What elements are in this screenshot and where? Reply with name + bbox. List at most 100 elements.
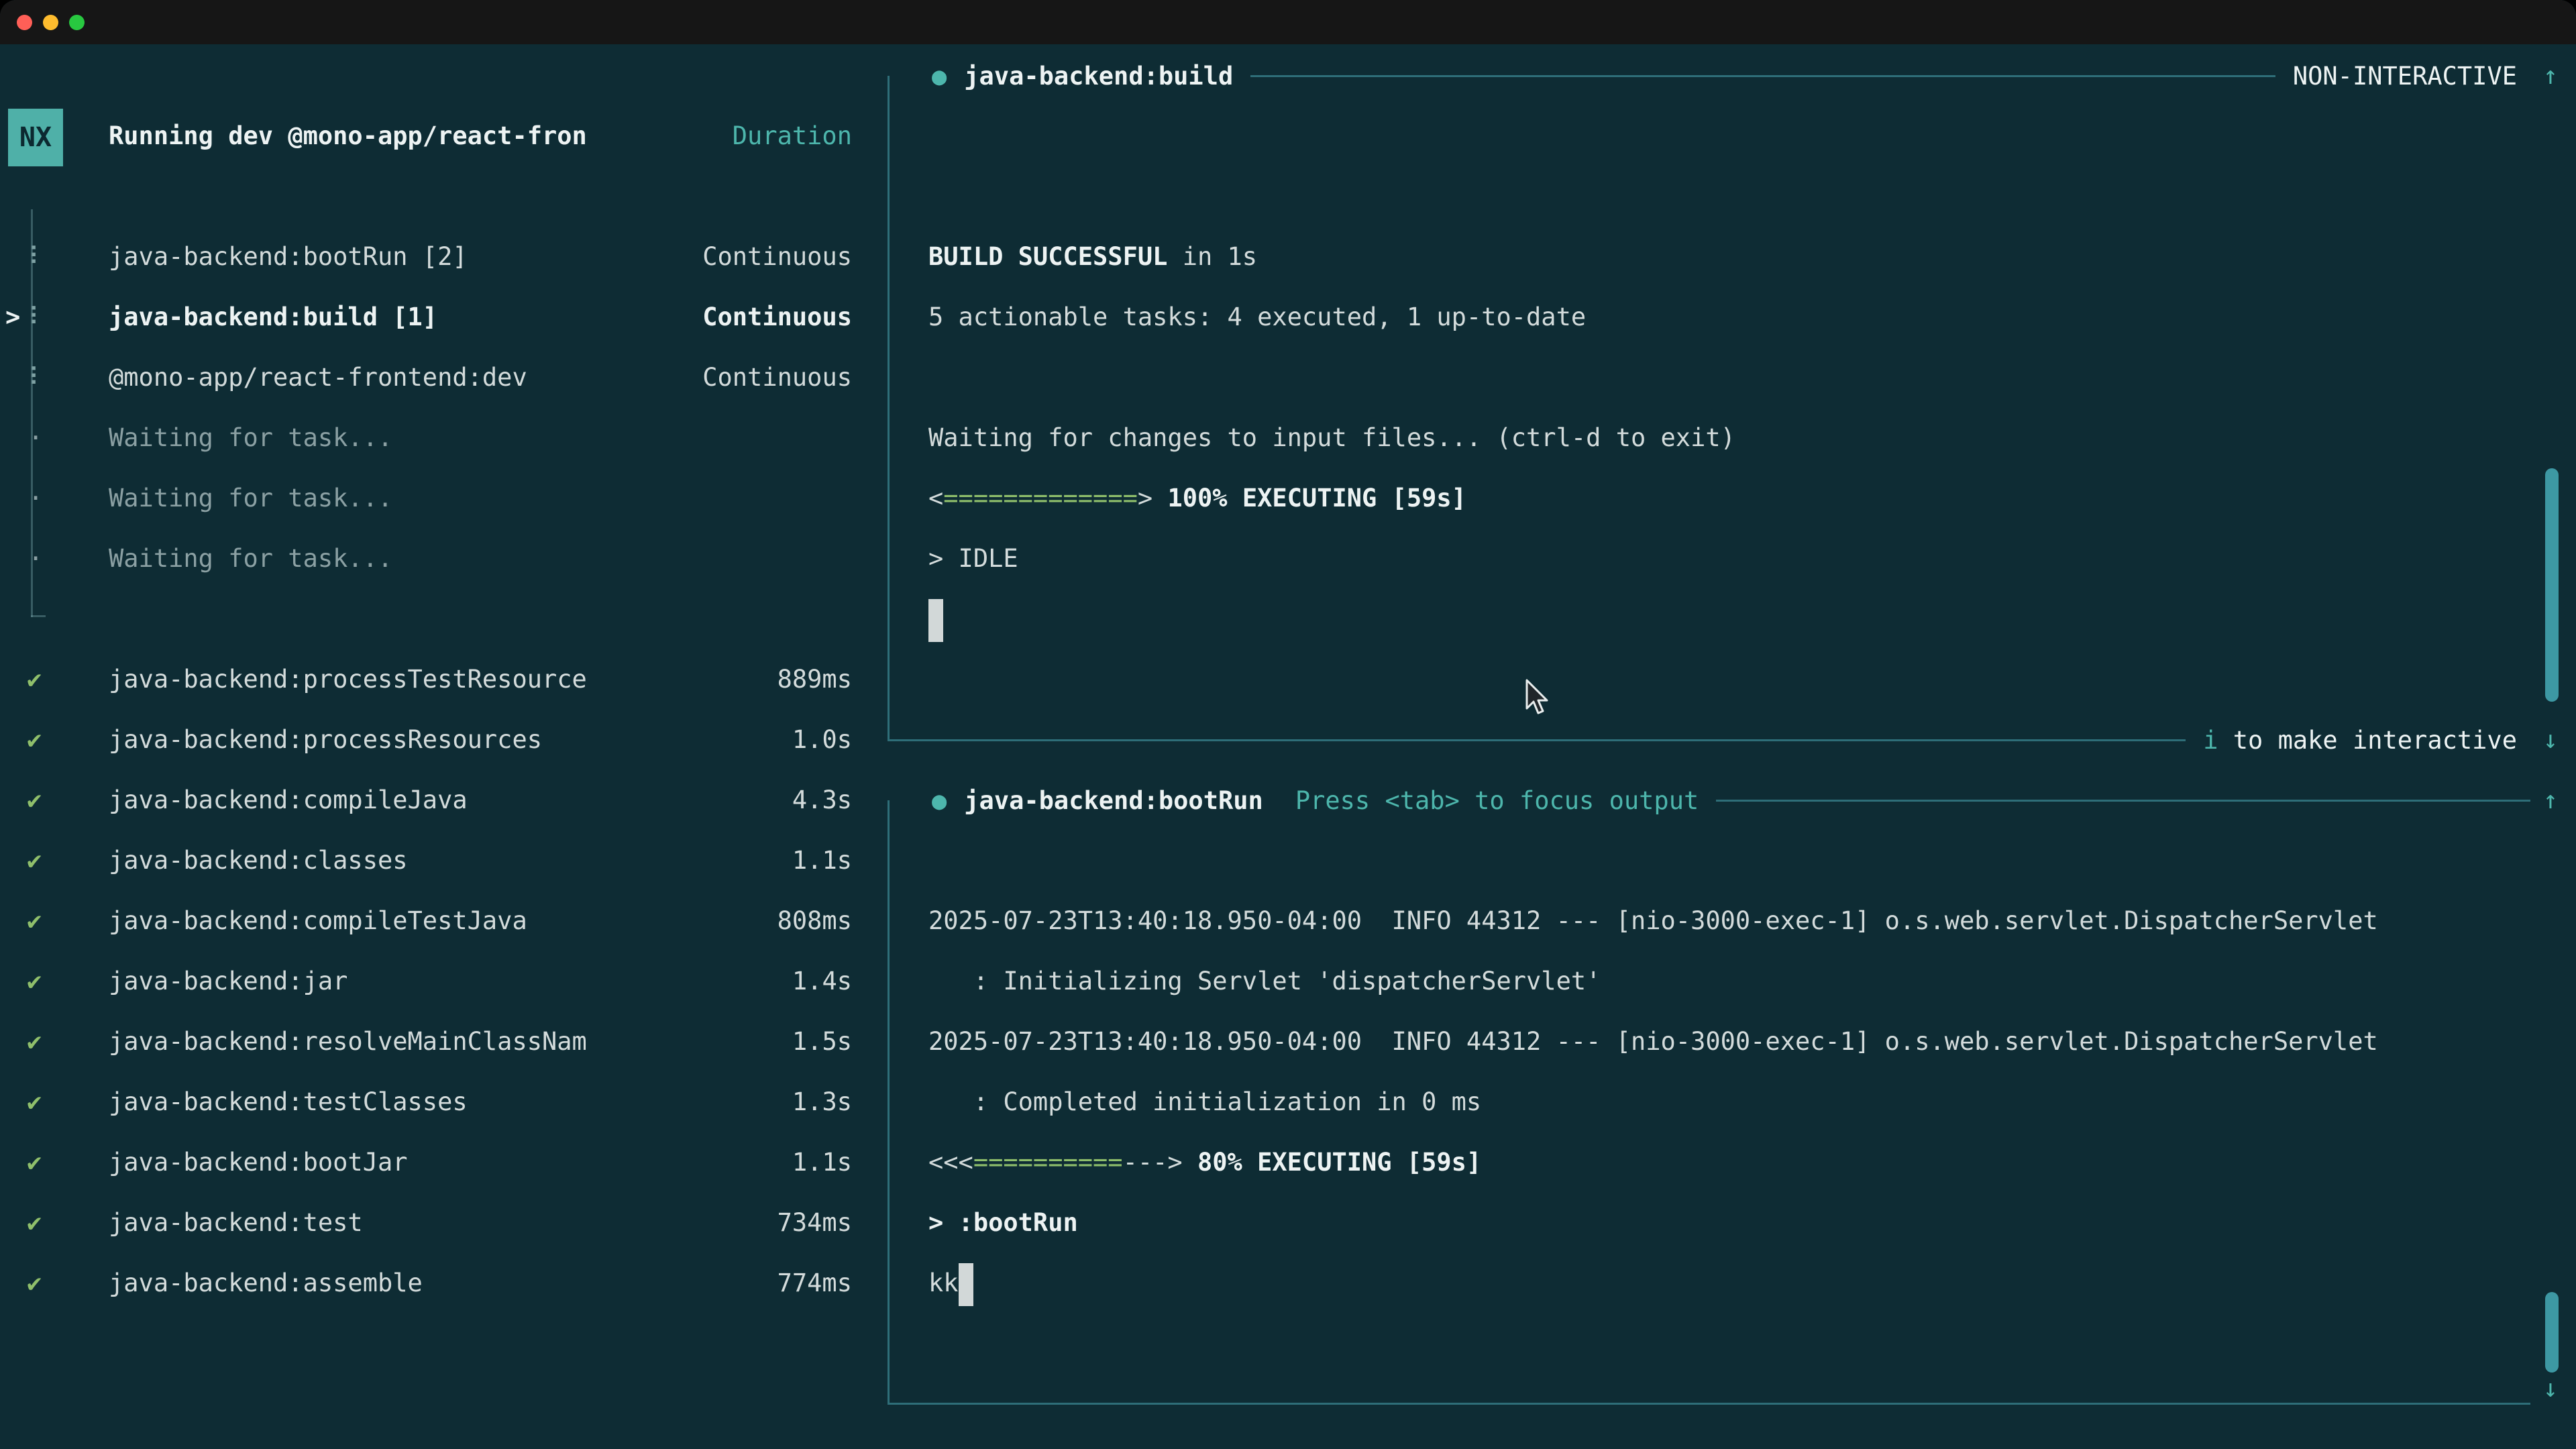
terminal-line: <=============> 100% EXECUTING [59s]	[928, 468, 1735, 529]
task-duration: 1.3s	[792, 1072, 852, 1132]
task-row[interactable]: ✔ java-backend:compileTestJava 808ms	[0, 891, 872, 951]
task-label: java-backend:build [1]	[109, 287, 437, 347]
terminal-line	[928, 106, 1735, 166]
build-pane-title: java-backend:build	[964, 62, 1233, 91]
terminal-line: > IDLE	[928, 529, 1735, 589]
terminal-window: NX Running dev @mono-app/react-fron Dura…	[0, 0, 2576, 1449]
border-line	[1250, 75, 2275, 77]
spinner-icon: ⠇	[28, 227, 46, 287]
task-row[interactable]: ✔java-backend:assemble774ms	[0, 1253, 872, 1313]
task-duration: 889ms	[777, 649, 852, 710]
task-row[interactable]: ⠇ java-backend:bootRun [2] Continuous	[0, 227, 872, 287]
build-scroll-up-icon[interactable]: ↑	[2534, 46, 2567, 106]
tasklist-header: Running dev @mono-app/react-fron Duratio…	[0, 106, 872, 166]
task-label: java-backend:test	[109, 1193, 363, 1253]
build-scrollbar-thumb[interactable]	[2545, 468, 2559, 702]
terminal-line	[928, 166, 1735, 227]
close-button[interactable]	[17, 15, 32, 30]
duration-column-header: Duration	[733, 106, 852, 166]
bootrun-pane-header: ● java-backend:bootRun Press <tab> to fo…	[888, 770, 2530, 830]
title-bar	[0, 0, 2576, 44]
spinner-icon: ⠇	[28, 347, 46, 408]
running-task-list: ⠇ java-backend:bootRun [2] Continuous >⠇ jav…	[0, 227, 872, 589]
pagination: ← 1/2 →	[13, 1434, 118, 1449]
terminal-line: Waiting for changes to input files... (c…	[928, 408, 1735, 468]
check-icon: ✔	[27, 710, 42, 770]
focus-output-hint: Press <tab> to focus output	[1295, 786, 1699, 815]
zoom-button[interactable]	[69, 15, 85, 30]
build-scroll-down-icon[interactable]: ↓	[2534, 710, 2567, 770]
bootrun-pane-bottom-border	[888, 1403, 2530, 1405]
task-label: java-backend:processTestResource	[109, 649, 587, 710]
terminal-line: kk	[928, 1253, 2378, 1313]
interactive-hint-text: to make interactive	[2218, 726, 2517, 755]
selected-indicator: >	[5, 287, 20, 347]
bootrun-scroll-up-icon[interactable]: ↑	[2534, 770, 2567, 830]
check-icon: ✔	[27, 1253, 42, 1313]
build-output-lines[interactable]: BUILD SUCCESSFUL in 1s5 actionable tasks…	[928, 106, 1735, 649]
terminal-line: : Initializing Servlet 'dispatcherServle…	[928, 951, 2378, 1012]
task-duration: 1.4s	[792, 951, 852, 1012]
check-icon: ✔	[27, 891, 42, 951]
bootrun-output-lines[interactable]: 2025-07-23T13:40:18.950-04:00 INFO 44312…	[928, 830, 2378, 1313]
bootrun-scroll-down-icon[interactable]: ↓	[2534, 1358, 2567, 1419]
terminal-line	[928, 830, 2378, 891]
mouse-cursor-icon	[1521, 678, 1552, 725]
task-row[interactable]: ✔java-backend:jar1.4s	[0, 951, 872, 1012]
minimize-button[interactable]	[43, 15, 58, 30]
task-group-corner	[31, 615, 46, 617]
task-row[interactable]: ✔java-backend:classes1.1s	[0, 830, 872, 891]
tasklist-title: Running dev @mono-app/react-fron	[109, 106, 587, 166]
check-icon: ✔	[27, 770, 42, 830]
task-row[interactable]: ✔java-backend:compileJava4.3s	[0, 770, 872, 830]
task-label: java-backend:classes	[109, 830, 408, 891]
waiting-dot-icon: ·	[28, 529, 43, 589]
task-row[interactable]: ✔java-backend:test734ms	[0, 1193, 872, 1253]
task-row[interactable]: · Waiting for task...	[0, 529, 872, 589]
terminal-line: <<<==========---> 80% EXECUTING [59s]	[928, 1132, 2378, 1193]
terminal-line: BUILD SUCCESSFUL in 1s	[928, 227, 1735, 287]
task-label: java-backend:testClasses	[109, 1072, 468, 1132]
terminal-line: 2025-07-23T13:40:18.950-04:00 INFO 44312…	[928, 891, 2378, 951]
task-duration: 1.1s	[792, 830, 852, 891]
task-row[interactable]: ✔java-backend:bootJar1.1s	[0, 1132, 872, 1193]
terminal-line: : Completed initialization in 0 ms	[928, 1072, 2378, 1132]
task-row[interactable]: · Waiting for task...	[0, 408, 872, 468]
task-label: java-backend:bootRun [2]	[109, 227, 468, 287]
waiting-dot-icon: ·	[28, 408, 43, 468]
task-row[interactable]: ⠇ @mono-app/react-frontend:dev Continuous	[0, 347, 872, 408]
task-label: java-backend:bootJar	[109, 1132, 408, 1193]
tasklist-footer: ← 1/2 → quit: q help: ?	[0, 1374, 872, 1434]
task-label: Waiting for task...	[109, 529, 392, 589]
task-duration: 1.5s	[792, 1012, 852, 1072]
task-duration: 1.1s	[792, 1132, 852, 1193]
running-dot-icon: ●	[932, 786, 947, 815]
task-label: Waiting for task...	[109, 408, 392, 468]
task-label: java-backend:processResources	[109, 710, 542, 770]
task-row[interactable]: ✔ java-backend:processTestResource 889ms	[0, 649, 872, 710]
non-interactive-badge: NON-INTERACTIVE	[2293, 62, 2517, 91]
completed-task-list: ✔java-backend:processTestResource889ms✔j…	[0, 649, 872, 1313]
task-row[interactable]: ✔java-backend:processResources1.0s	[0, 710, 872, 770]
task-status: Continuous	[702, 227, 852, 287]
task-label: @mono-app/react-frontend:dev	[109, 347, 527, 408]
task-row[interactable]: ✔java-backend:resolveMainClassNam1.5s	[0, 1012, 872, 1072]
task-row[interactable]: >⠇java-backend:build [1]Continuous	[0, 287, 872, 347]
task-label: java-backend:compileJava	[109, 770, 468, 830]
task-duration: 808ms	[777, 891, 852, 951]
task-label: java-backend:jar	[109, 951, 347, 1012]
task-row[interactable]: ·Waiting for task...	[0, 468, 872, 529]
task-status: Continuous	[702, 347, 852, 408]
check-icon: ✔	[27, 1193, 42, 1253]
bootrun-pane-left-border	[888, 800, 890, 1404]
task-status: Continuous	[702, 287, 852, 347]
check-icon: ✔	[27, 649, 42, 710]
task-label: java-backend:compileTestJava	[109, 891, 527, 951]
border-line	[1716, 800, 2530, 802]
terminal-line: 2025-07-23T13:40:18.950-04:00 INFO 44312…	[928, 1012, 2378, 1072]
task-row[interactable]: ✔java-backend:testClasses1.3s	[0, 1072, 872, 1132]
task-label: Waiting for task...	[109, 468, 392, 529]
build-pane-header: ● java-backend:build NON-INTERACTIVE	[888, 46, 2517, 106]
bootrun-pane-title: java-backend:bootRun	[964, 786, 1263, 815]
build-pane-left-border	[888, 76, 890, 740]
